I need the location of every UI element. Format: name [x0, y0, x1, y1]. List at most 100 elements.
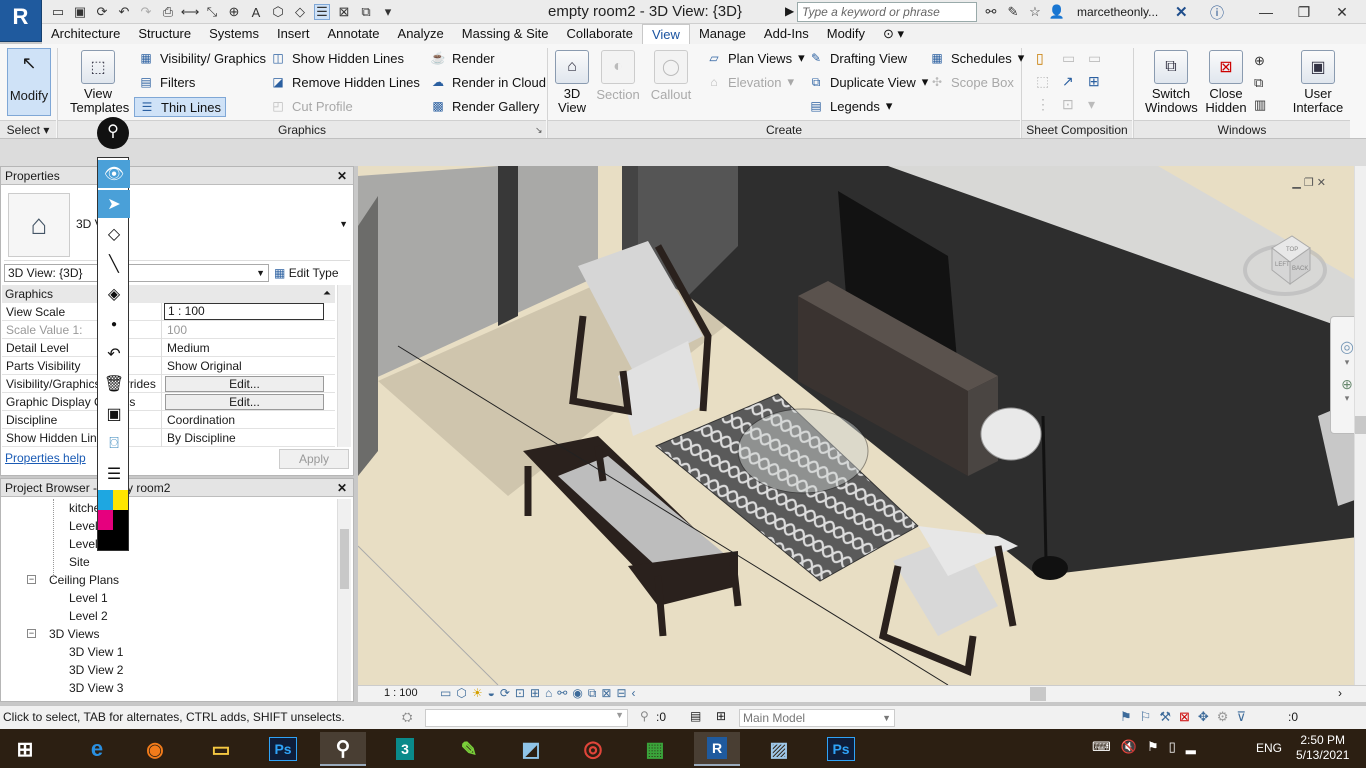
browser-item[interactable]: 3D View 1	[69, 643, 123, 661]
property-value[interactable]: 1 : 100	[164, 303, 324, 320]
design-option-select[interactable]: Main Model ▼	[739, 709, 895, 727]
viewports-icon[interactable]: ▾	[1088, 96, 1110, 113]
titleblock-icon[interactable]: ▭	[1062, 50, 1084, 67]
editable-only-icon[interactable]: ▤	[690, 709, 701, 723]
color-cyan[interactable]	[98, 490, 113, 510]
scroll-right-icon[interactable]: ›	[1338, 686, 1342, 700]
constraints-icon[interactable]: ⊟	[616, 686, 626, 701]
user-icon[interactable]: 👤	[1049, 4, 1065, 20]
temp-hide-icon[interactable]: ⚯	[557, 686, 567, 701]
restore-view-icon[interactable]: ❐	[1304, 177, 1314, 189]
measure-icon[interactable]: ⟷	[181, 4, 200, 20]
tab-view[interactable]: View	[641, 24, 690, 44]
property-value[interactable]: Show Original	[164, 357, 242, 375]
type-selector[interactable]: ⌂ 3D View ▼	[4, 191, 350, 261]
dimension-icon[interactable]: ⤡	[204, 4, 220, 20]
place-view-icon[interactable]: ⬚	[1036, 73, 1058, 90]
cascade-icon[interactable]: ⧉	[1254, 72, 1266, 94]
browser-item[interactable]: Ceiling Plans	[49, 571, 119, 589]
color-black-2[interactable]	[98, 530, 113, 550]
edit-button[interactable]: Edit...	[165, 376, 324, 392]
shadows-icon[interactable]: ◒	[488, 686, 495, 701]
edge-icon[interactable]: e	[74, 732, 120, 766]
pen-line-icon[interactable]: ╲	[98, 250, 130, 278]
select-by-face-icon[interactable]: ⊠	[1179, 709, 1190, 725]
thin-lines-icon[interactable]: ☰	[314, 4, 330, 20]
tab-annotate[interactable]: Annotate	[318, 24, 388, 44]
photoshop-icon[interactable]: Ps	[260, 732, 306, 766]
filter-icon[interactable]: ⊽	[1236, 709, 1246, 725]
customize-qat-icon[interactable]: ▾	[380, 4, 396, 20]
property-value[interactable]: Coordination	[164, 411, 235, 429]
design-options-icon[interactable]: ⊞	[716, 709, 726, 723]
worksets-icon[interactable]: ⛭	[402, 709, 412, 725]
view-scale[interactable]: 1 : 100	[384, 687, 418, 699]
maximize-button[interactable]: ❐	[1284, 0, 1324, 24]
instance-filter-select[interactable]: 3D View: {3D} ▼	[4, 264, 269, 282]
minimize-button[interactable]: —	[1246, 0, 1286, 24]
edit-type-button[interactable]: ▦ Edit Type	[274, 263, 339, 283]
sketch-app-icon[interactable]: ✎	[446, 732, 492, 766]
tab-architecture[interactable]: Architecture	[42, 24, 129, 44]
highlighter-icon[interactable]: ◈	[98, 280, 130, 308]
tab-analyze[interactable]: Analyze	[389, 24, 453, 44]
worksharing-icon[interactable]: ⧉	[588, 686, 597, 701]
guide-grid-icon[interactable]: ⊞	[1088, 73, 1110, 90]
color-palette[interactable]	[98, 490, 128, 550]
user-interface-button[interactable]: ▣ User Interface	[1290, 50, 1346, 115]
keyboard-icon[interactable]: ⌨	[1092, 739, 1111, 755]
camera-icon[interactable]: ⌼	[98, 430, 130, 458]
duplicate-view-button[interactable]: ⧉ Duplicate View ▾	[808, 74, 929, 90]
save-icon[interactable]: ▣	[72, 4, 88, 20]
exchange-apps-icon[interactable]: ✕	[1175, 3, 1188, 21]
lock-view-icon[interactable]: ⌂	[545, 686, 552, 701]
eye-icon[interactable]: 👁	[98, 160, 130, 188]
background-processes-icon[interactable]: ⚙	[1217, 709, 1229, 725]
tab-collaborate[interactable]: Collaborate	[557, 24, 642, 44]
close-button[interactable]: ✕	[1322, 0, 1362, 24]
help-icon[interactable]: ⓘ	[1210, 3, 1224, 23]
text-icon[interactable]: A	[248, 4, 264, 20]
search-input[interactable]: Type a keyword or phrase	[797, 2, 977, 22]
drafting-view-button[interactable]: ✎ Drafting View	[808, 50, 907, 66]
browser-item[interactable]: 3D Views	[49, 625, 99, 643]
color-black-3[interactable]	[113, 530, 128, 550]
modify-button[interactable]: ↖ Modify	[7, 48, 51, 116]
revit-taskbar-icon[interactable]: R	[694, 732, 740, 766]
chrome-icon[interactable]: ◎	[570, 732, 616, 766]
visibility-graphics-button[interactable]: ▦ Visibility/ Graphics	[138, 50, 266, 66]
collapse-node-icon[interactable]: −	[27, 629, 36, 638]
color-magenta[interactable]	[98, 510, 113, 530]
thin-lines-button[interactable]: ☰ Thin Lines	[134, 97, 226, 117]
placeholder-sheet-icon[interactable]: ▭	[1088, 50, 1110, 67]
render-gallery-button[interactable]: ▩ Render Gallery	[430, 98, 539, 114]
select-underlay-icon[interactable]: ⚐	[1140, 709, 1152, 725]
view-reference-icon[interactable]: ⊡	[1062, 96, 1084, 113]
drag-elements-icon[interactable]: ✥	[1198, 709, 1209, 725]
horizontal-scroll-thumb[interactable]	[1030, 687, 1046, 701]
search-expand-icon[interactable]: ▶	[785, 4, 794, 18]
open-icon[interactable]: ▭	[50, 4, 66, 20]
clock[interactable]: 2:50 PM 5/13/2021	[1296, 733, 1349, 763]
tab-systems[interactable]: Systems	[200, 24, 268, 44]
property-value[interactable]: Medium	[164, 339, 210, 357]
3d-viewport[interactable]: ▁ ❐ ✕ TOP BACK LEFT ◎ ▾ ⊕ ▾	[358, 166, 1366, 685]
remove-hidden-lines-button[interactable]: ◪ Remove Hidden Lines	[270, 74, 420, 90]
redo-icon[interactable]: ↷	[138, 4, 154, 20]
ruler-app-icon[interactable]: ◩	[508, 732, 554, 766]
tag-icon[interactable]: ⊕	[226, 4, 242, 20]
show-crop-icon[interactable]: ⊞	[530, 686, 540, 701]
collapse-node-icon[interactable]: −	[27, 575, 36, 584]
user-signin[interactable]: marcetheonly...	[1077, 5, 1158, 19]
pen-tool-logo-icon[interactable]: ⚲	[97, 117, 129, 149]
sheet-icon[interactable]: ▯	[1036, 50, 1058, 67]
firefox-icon[interactable]: ◉	[132, 732, 178, 766]
scroll-left-icon[interactable]: ‹	[632, 686, 636, 701]
workset-select[interactable]: ▼	[425, 709, 628, 727]
tab-structure[interactable]: Structure	[129, 24, 200, 44]
trash-icon[interactable]: 🗑	[98, 370, 130, 398]
minimize-view-icon[interactable]: ▁	[1292, 177, 1300, 189]
sun-path-icon[interactable]: ☀	[472, 686, 483, 701]
render-button[interactable]: ☕ Render	[430, 50, 495, 66]
callout-button[interactable]: ◯ Callout	[646, 50, 696, 102]
